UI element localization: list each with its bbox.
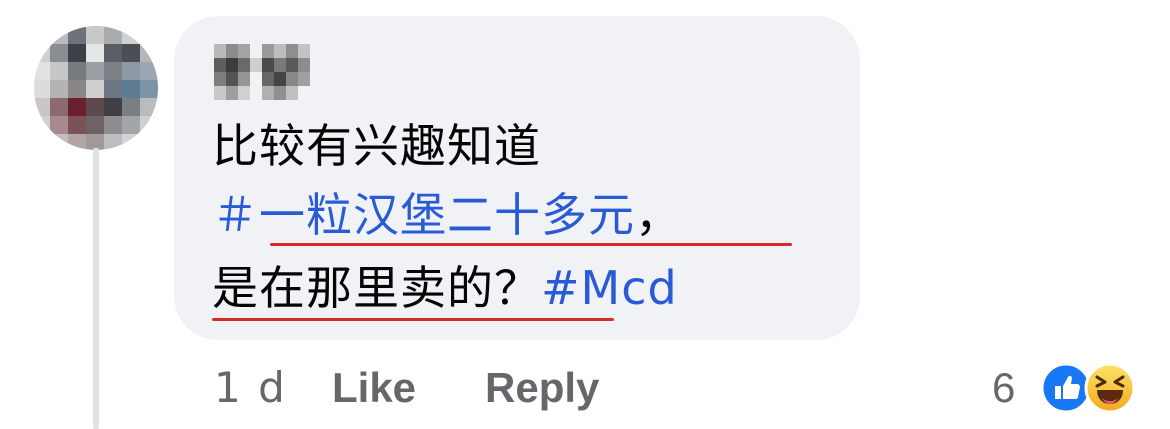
haha-icon[interactable] [1084, 362, 1136, 414]
like-button[interactable]: Like [332, 360, 416, 416]
red-underline [212, 318, 614, 321]
hashtag-link[interactable]: #Mcd [541, 261, 678, 315]
red-underline [270, 243, 792, 246]
comment-line-2: ＃一粒汉堡二十多元， [212, 187, 682, 243]
comment-line-1: 比较有兴趣知道 [212, 118, 541, 174]
hashtag-link[interactable]: ＃一粒汉堡二十多元 [212, 188, 635, 242]
avatar[interactable] [34, 26, 158, 150]
author-name-blurred[interactable] [214, 44, 318, 104]
timestamp[interactable]: 1 d [214, 360, 287, 416]
comment-line-3: 是在那里卖的？#Mcd [212, 260, 678, 316]
comment-text: ， [635, 188, 682, 242]
comment-text: 是在那里卖的？ [212, 261, 541, 315]
comment-actions: 1 d Like Reply 6 [0, 360, 1170, 420]
reply-button[interactable]: Reply [485, 360, 599, 416]
reaction-count[interactable]: 6 [992, 360, 1015, 416]
comment-text: 比较有兴趣知道 [212, 119, 541, 173]
